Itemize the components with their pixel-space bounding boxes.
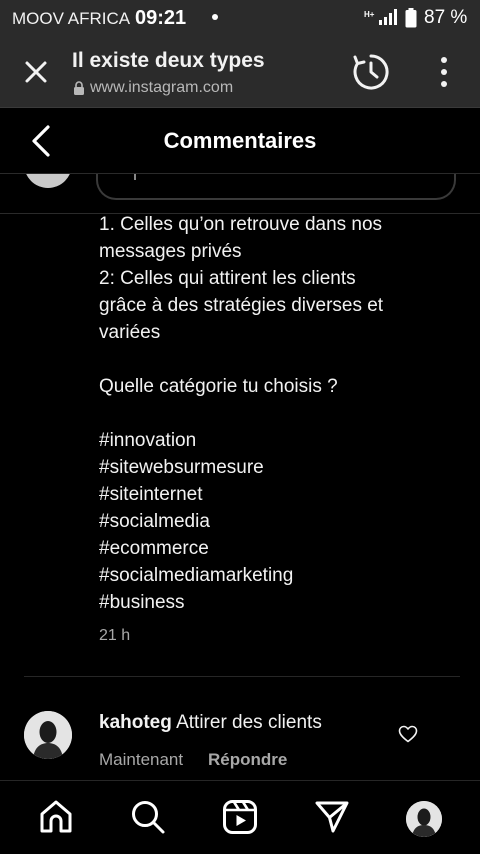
caption-line — [99, 400, 439, 427]
caption-timestamp: 21 h — [99, 627, 131, 644]
carrier-name: MOOV AFRICA — [12, 9, 131, 28]
header-title: Commentaires — [163, 128, 317, 153]
status-time: 09:21 — [135, 7, 187, 29]
home-icon[interactable] — [38, 799, 74, 835]
signal-icon — [379, 9, 397, 25]
reels-icon[interactable] — [222, 799, 258, 835]
caption-line: 2: Celles qui attirent les clients — [99, 268, 356, 289]
reply-button[interactable]: Répondre — [208, 750, 287, 770]
battery-level: 87 % — [424, 7, 468, 28]
profile-avatar[interactable] — [406, 801, 442, 837]
network-type: H+ — [364, 10, 375, 19]
hashtag-link[interactable]: #socialmediamarketing — [99, 562, 439, 589]
caption-line: messages privés — [99, 241, 242, 262]
lock-icon — [74, 81, 84, 95]
caption-line: Quelle catégorie tu choisis ? — [99, 376, 338, 397]
hashtag-link[interactable]: #siteinternet — [99, 481, 439, 508]
search-icon[interactable] — [130, 799, 166, 835]
browser-toolbar: Il existe deux types www.instagram.com — [0, 36, 480, 108]
caption-line: 1. Celles qu’on retrouve dans nos — [99, 214, 383, 235]
input-caret — [134, 174, 136, 180]
hashtag-link[interactable]: #socialmedia — [99, 508, 439, 535]
comment-avatar[interactable] — [24, 711, 72, 759]
comment-username[interactable]: kahoteg — [99, 712, 172, 733]
post-caption: 1. Celles qu’on retrouve dans nos messag… — [99, 211, 439, 616]
hashtag-link[interactable]: #innovation — [99, 427, 439, 454]
hashtag-link[interactable]: #business — [99, 589, 439, 616]
comments-header: Commentaires — [0, 108, 480, 174]
comment-timestamp: Maintenant — [99, 750, 184, 769]
divider-line — [24, 676, 460, 677]
history-icon[interactable] — [352, 53, 390, 91]
avatar-portrait — [24, 711, 72, 759]
comment-text: Attirer des clients — [176, 712, 322, 733]
bottom-navigation — [0, 780, 480, 854]
caption-author-avatar[interactable] — [24, 174, 72, 188]
more-vert-icon[interactable] — [434, 56, 454, 88]
hashtag-link[interactable]: #ecommerce — [99, 535, 439, 562]
caption-line — [99, 346, 439, 373]
avatar-portrait — [406, 801, 442, 837]
page-title: Il existe deux types — [72, 49, 265, 72]
status-bar: MOOV AFRICA 09:21 H+ 87 % — [0, 0, 480, 36]
caption-line: variées — [99, 322, 161, 343]
url-text[interactable]: www.instagram.com — [90, 79, 233, 97]
heart-icon[interactable] — [398, 725, 418, 743]
close-icon[interactable] — [22, 58, 50, 86]
comment-body: kahoteg Attirer des clients — [99, 712, 322, 734]
comment-input-edge[interactable] — [96, 174, 456, 200]
direct-icon[interactable] — [314, 799, 350, 835]
caption-line: grâce à des stratégies diverses et — [99, 295, 384, 316]
notification-dot-icon — [212, 14, 218, 20]
hashtag-link[interactable]: #sitewebsurmesure — [99, 454, 439, 481]
battery-icon — [405, 8, 417, 28]
